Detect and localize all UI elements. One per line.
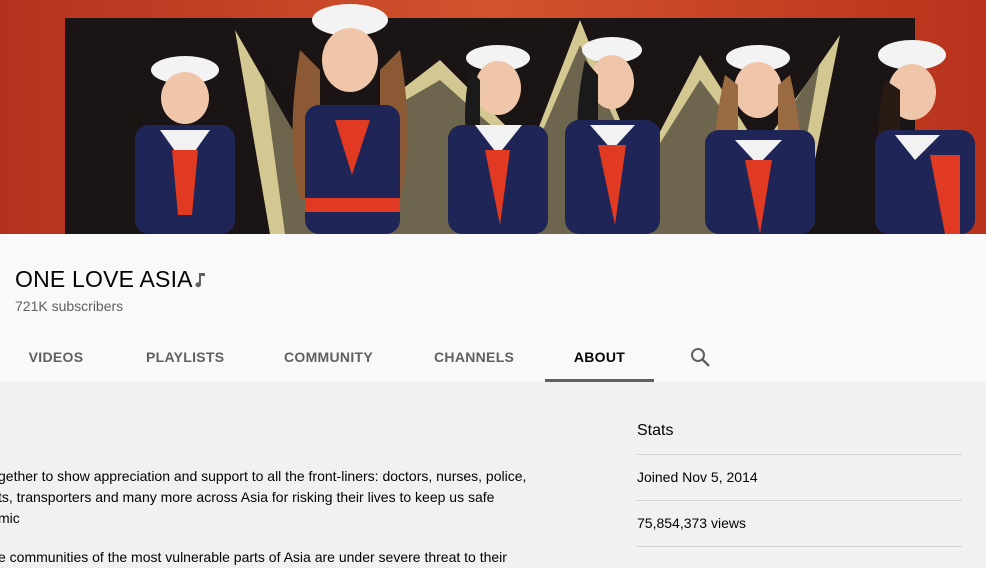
stats-divider — [637, 546, 962, 561]
music-note-icon — [195, 273, 205, 288]
stats-title: Stats — [637, 422, 674, 439]
description-line: e communities of the most vulnerable par… — [0, 549, 507, 565]
stats-views-row: 75,854,373 views — [637, 500, 962, 547]
description-line: ts, transporters and many more across As… — [0, 489, 495, 505]
tab-community[interactable]: COMMUNITY — [284, 334, 373, 380]
channel-description: gether to show appreciation and support … — [0, 466, 558, 568]
search-icon[interactable] — [688, 345, 712, 369]
stats-joined-row: Joined Nov 5, 2014 — [637, 454, 962, 501]
tab-channels[interactable]: CHANNELS — [434, 334, 514, 380]
subscriber-count: 721K subscribers — [15, 298, 124, 314]
channel-tabs: VIDEOS PLAYLISTS COMMUNITY CHANNELS ABOU… — [0, 334, 986, 382]
description-line: gether to show appreciation and support … — [0, 468, 527, 484]
joined-date: Joined Nov 5, 2014 — [637, 469, 758, 485]
channel-name: ONE LOVE ASIA — [15, 266, 193, 292]
description-line: mic — [0, 510, 20, 526]
tab-playlists[interactable]: PLAYLISTS — [146, 334, 224, 380]
tab-videos[interactable]: VIDEOS — [28, 334, 84, 380]
channel-banner — [0, 0, 986, 234]
view-count: 75,854,373 views — [637, 515, 746, 531]
tab-about[interactable]: ABOUT — [545, 334, 654, 382]
